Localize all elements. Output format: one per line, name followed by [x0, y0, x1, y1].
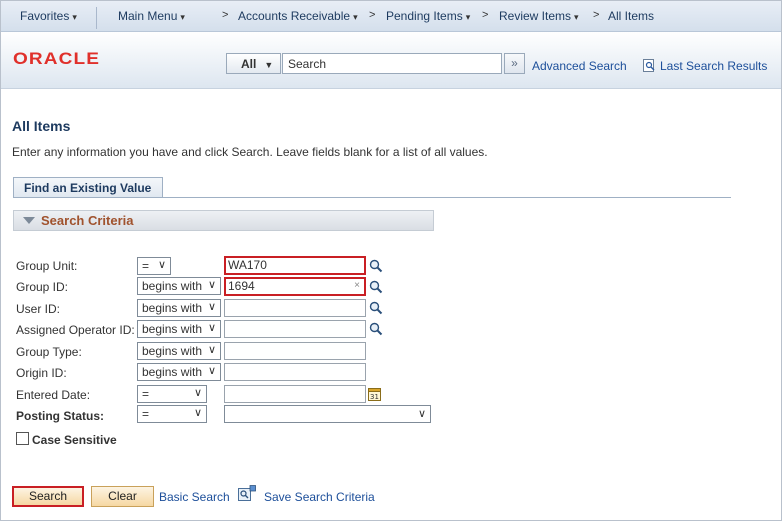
save-search-criteria-icon[interactable] [238, 485, 256, 501]
collapse-triangle-icon [23, 217, 35, 224]
global-search-input[interactable]: Search [282, 53, 502, 74]
nav-pending-items[interactable]: Pending Items ▾ [386, 9, 470, 23]
nav-all-items[interactable]: All Items [608, 9, 654, 23]
entered-date-input[interactable] [224, 385, 366, 403]
posting-status-operator-select[interactable]: = ∨ [137, 405, 207, 423]
posting-status-label: Posting Status: [16, 409, 105, 423]
origin-id-label: Origin ID: [16, 366, 67, 380]
chevron-down-icon: ▾ [72, 12, 77, 22]
chevron-down-icon: ∨ [417, 408, 426, 420]
origin-id-operator-select[interactable]: begins with ∨ [137, 363, 221, 381]
chevron-down-icon: ∨ [157, 259, 166, 271]
case-sensitive-checkbox[interactable] [16, 432, 29, 445]
group-id-label: Group ID: [16, 280, 69, 294]
group-type-operator-select[interactable]: begins with ∨ [137, 342, 221, 360]
lookup-icon[interactable] [369, 280, 383, 294]
group-unit-input[interactable]: WA170 [224, 256, 366, 275]
lookup-icon[interactable] [369, 259, 383, 273]
clear-button[interactable]: Clear [91, 486, 154, 507]
entered-date-operator-select[interactable]: = ∨ [137, 385, 207, 403]
search-criteria-header[interactable]: Search Criteria [13, 210, 434, 231]
chevron-down-icon: ▾ [353, 12, 358, 22]
page-instructions: Enter any information you have and click… [12, 145, 488, 159]
chevron-down-icon: ∨ [207, 301, 216, 313]
group-id-input[interactable]: 1694 × [224, 277, 366, 296]
group-type-label: Group Type: [16, 345, 82, 359]
basic-search-link[interactable]: Basic Search [159, 490, 230, 504]
user-id-label: User ID: [16, 302, 61, 316]
lookup-icon[interactable] [369, 301, 383, 315]
header-band: ORACLE All ▼ Search » Advanced Search Las… [1, 32, 781, 89]
entered-date-label: Entered Date: [16, 388, 91, 402]
origin-id-input[interactable] [224, 363, 366, 381]
chevron-down-icon: ▼ [264, 60, 274, 70]
case-sensitive-label: Case Sensitive [32, 433, 117, 447]
chevron-down-icon: ∨ [207, 322, 216, 334]
nav-favorites[interactable]: Favorites ▾ [20, 9, 77, 23]
chevron-down-icon: ∨ [193, 407, 202, 419]
chevron-down-icon: ▾ [465, 12, 471, 22]
group-unit-label: Group Unit: [16, 259, 78, 273]
last-search-results-icon[interactable] [643, 59, 656, 73]
top-navigation-bar: Favorites ▾ Main Menu ▾ > Accounts Receiva… [1, 1, 781, 32]
chevron-down-icon: ▾ [180, 12, 185, 22]
group-id-operator-select[interactable]: begins with ∨ [137, 277, 221, 295]
chevron-down-icon: ∨ [207, 279, 216, 291]
assigned-operator-id-label: Assigned Operator ID: [16, 323, 135, 337]
breadcrumb-arrow-icon: > [222, 9, 229, 21]
search-scope-dropdown[interactable]: All ▼ [226, 53, 281, 74]
nav-separator [96, 7, 97, 29]
tab-divider [13, 197, 731, 198]
last-search-results-link[interactable]: Last Search Results [660, 59, 767, 73]
oracle-logo: ORACLE [13, 49, 101, 68]
chevron-down-icon: ∨ [193, 387, 202, 399]
advanced-search-link[interactable]: Advanced Search [532, 59, 627, 73]
nav-accounts-receivable[interactable]: Accounts Receivable ▾ [238, 9, 358, 23]
user-id-input[interactable] [224, 299, 366, 317]
chevron-down-icon: ▾ [574, 12, 579, 22]
breadcrumb-arrow-icon: > [482, 9, 489, 21]
chevron-down-icon: ∨ [207, 365, 216, 377]
save-search-criteria-link[interactable]: Save Search Criteria [264, 490, 375, 504]
calendar-icon[interactable]: 31 [368, 387, 381, 401]
search-button[interactable]: Search [12, 486, 84, 507]
breadcrumb-arrow-icon: > [593, 9, 600, 21]
chevron-down-icon: ∨ [207, 344, 216, 356]
posting-status-select[interactable]: ∨ [224, 405, 431, 423]
clear-field-icon[interactable]: × [354, 280, 360, 291]
breadcrumb-arrow-icon: > [369, 9, 376, 21]
search-criteria-label: Search Criteria [41, 213, 134, 228]
assigned-operator-id-operator-select[interactable]: begins with ∨ [137, 320, 221, 338]
assigned-operator-id-input[interactable] [224, 320, 366, 338]
svg-text:31: 31 [370, 393, 379, 401]
nav-review-items[interactable]: Review Items ▾ [499, 9, 579, 23]
tab-find-existing-value[interactable]: Find an Existing Value [13, 177, 163, 198]
page-title: All Items [12, 118, 71, 134]
nav-main-menu[interactable]: Main Menu ▾ [118, 9, 185, 23]
group-type-input[interactable] [224, 342, 366, 360]
group-unit-operator-select[interactable]: = ∨ [137, 257, 171, 275]
user-id-operator-select[interactable]: begins with ∨ [137, 299, 221, 317]
search-go-button[interactable]: » [504, 53, 525, 74]
lookup-icon[interactable] [369, 322, 383, 336]
